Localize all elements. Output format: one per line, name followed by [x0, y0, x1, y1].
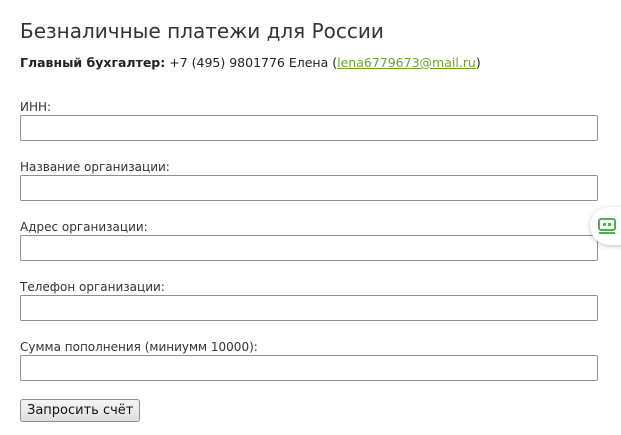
- page-title: Безналичные платежи для России: [20, 19, 384, 43]
- org-name-label: Название организации:: [20, 160, 170, 174]
- org-address-input[interactable]: [20, 235, 598, 261]
- org-address-label: Адрес организации:: [20, 220, 148, 234]
- amount-input[interactable]: [20, 355, 598, 381]
- contact-email-link[interactable]: lena6779673@mail.ru: [337, 55, 476, 70]
- inn-input[interactable]: [20, 115, 598, 141]
- chat-widget-button[interactable]: [590, 207, 621, 245]
- org-name-input[interactable]: [20, 175, 598, 201]
- org-phone-label: Телефон организации:: [20, 280, 165, 294]
- org-phone-input[interactable]: [20, 295, 598, 321]
- inn-label: ИНН:: [20, 100, 52, 114]
- contact-phone-name: +7 (495) 9801776 Елена (: [165, 55, 338, 70]
- request-invoice-button[interactable]: Запросить счёт: [20, 399, 141, 422]
- chat-icon: [598, 218, 616, 234]
- contact-closing: ): [475, 55, 481, 70]
- amount-label: Сумма пополнения (миниумм 10000):: [20, 340, 258, 354]
- contact-label: Главный бухгалтер:: [20, 55, 166, 70]
- contact-line: Главный бухгалтер: +7 (495) 9801776 Елен…: [20, 55, 481, 71]
